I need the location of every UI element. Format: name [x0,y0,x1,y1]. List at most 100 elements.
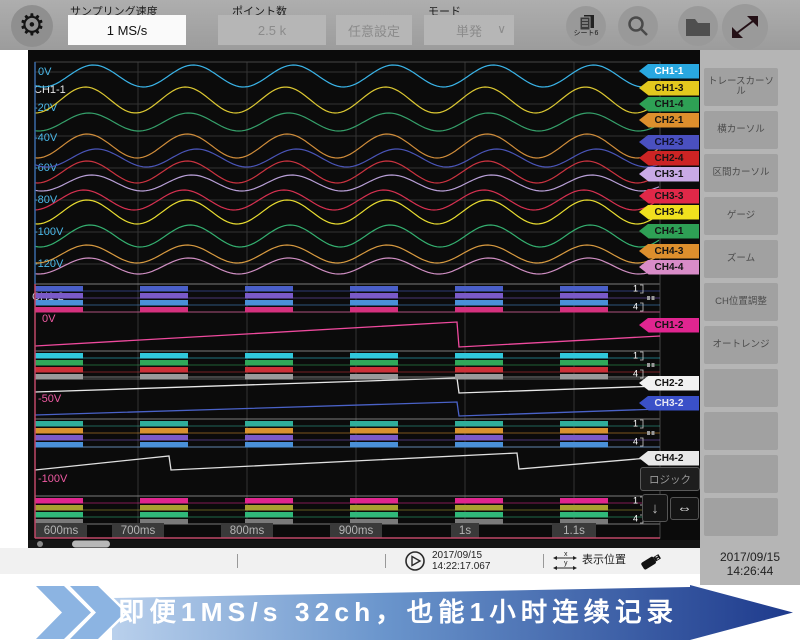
sidebar-button-ズーム[interactable]: ズーム [704,240,778,278]
logic-block [140,300,188,306]
channel-tag-CH4-3[interactable]: CH4-3 [639,244,699,259]
logic-block [35,353,83,359]
horizontal-scroll-button[interactable]: ⇔ [670,497,699,520]
logic-move-button[interactable]: ↓ [642,494,668,522]
axis-label: -60V [34,162,58,174]
h-scrollbar-thumb[interactable] [72,541,110,548]
logic-block [350,353,398,359]
sidebar-button-empty[interactable] [704,455,778,493]
logic-block [245,293,293,299]
channel-tag-CH1-3[interactable]: CH1-3 [639,81,699,96]
divider [385,554,386,568]
mode-dropdown[interactable]: 単発 ∨ [424,15,514,45]
channel-tag-CH3-3[interactable]: CH3-3 [639,189,699,204]
logic-block [35,428,83,434]
logic-channel-button[interactable]: ロジック [640,467,700,491]
channel-tag-CH1-1[interactable]: CH1-1 [639,64,699,79]
sheet-button[interactable]: シート6 [566,6,606,46]
logic-block [560,293,608,299]
logic-block [455,428,503,434]
axis-label: -100V [34,226,64,238]
marker-dot [647,296,650,300]
logic-marker-bottom: 4 [633,301,638,311]
folder-button[interactable] [678,6,718,46]
sidebar-button-empty[interactable] [704,369,778,407]
marker-bracket [640,438,643,446]
point-count-field[interactable]: 2.5 k [218,15,326,45]
down-arrow-icon: ↓ [651,500,659,517]
channel-tag-CH3-4[interactable]: CH3-4 [639,205,699,220]
logic-block [350,300,398,306]
logic-block [35,367,83,373]
h-scrollbar-track[interactable] [28,540,700,548]
logic-block [455,367,503,373]
logic-block [140,286,188,292]
usb-icon [638,549,666,573]
arbitrary-setting-button[interactable]: 任意設定 [336,15,412,45]
channel-tag-CH4-2[interactable]: CH4-2 [639,451,699,466]
sidebar-button-empty[interactable] [704,412,778,450]
logic-block [455,307,503,313]
channel-tag-CH3-2[interactable]: CH3-2 [639,396,699,411]
sidebar-button-横カーソル[interactable]: 横カーソル [704,111,778,149]
trace-CH4-2 [35,453,660,470]
logic-block [350,367,398,373]
sidebar-button-CH位置調整[interactable]: CH位置調整 [704,283,778,321]
svg-text:y: y [564,560,568,567]
axis-label: -100V [38,473,68,485]
trace-CH2-4 [35,161,659,183]
logic-block [140,293,188,299]
trace-CH2-1 [35,134,659,158]
logic-block [560,428,608,434]
channel-tag-CH2-3[interactable]: CH2-3 [639,135,699,150]
logic-block [140,435,188,441]
trace-CH3-1 [35,175,659,191]
folder-icon [684,15,712,37]
sidebar-button-オートレンジ[interactable]: オートレンジ [704,326,778,364]
channel-tag-CH4-1[interactable]: CH4-1 [639,224,699,239]
trace-CH2-2 [35,378,660,393]
logic-block [35,286,83,292]
channel-tag-CH2-2[interactable]: CH2-2 [639,376,699,391]
sidebar-button-empty[interactable] [704,498,778,536]
logic-block [140,307,188,313]
logic-block [455,505,503,511]
logic-block [140,421,188,427]
logic-block [245,286,293,292]
logic-block [350,498,398,504]
time-label: 600ms [44,525,79,537]
logic-block [455,286,503,292]
logic-block [140,442,188,448]
channel-tag-CH3-1[interactable]: CH3-1 [639,167,699,182]
logic-block [350,293,398,299]
logic-block [560,435,608,441]
channel-tag-CH4-4[interactable]: CH4-4 [639,260,699,275]
sidebar-button-トレースカーソル[interactable]: トレースカーソル [704,68,778,106]
marker-dot [652,431,655,435]
logic-block [35,498,83,504]
logic-block [350,374,398,380]
sidebar-button-区間カーソル[interactable]: 区間カーソル [704,154,778,192]
logic-block [455,435,503,441]
logic-block [455,512,503,518]
logic-block [560,512,608,518]
logic-block [140,374,188,380]
logic-marker-top: 1 [633,350,638,360]
logic-block [35,300,83,306]
channel-tag-CH2-1[interactable]: CH2-1 [639,113,699,128]
logic-block [560,442,608,448]
logic-block [560,367,608,373]
channel-tag-CH1-4[interactable]: CH1-4 [639,97,699,112]
channel-tag-CH1-2[interactable]: CH1-2 [639,318,699,333]
logic-block [245,421,293,427]
search-button[interactable] [618,6,658,46]
sidebar-button-ゲージ[interactable]: ゲージ [704,197,778,235]
logic-block [245,435,293,441]
settings-button[interactable]: ⚙ [11,5,53,47]
logic-block [455,300,503,306]
fullscreen-button[interactable] [722,4,768,50]
logic-block [455,374,503,380]
sampling-rate-field[interactable]: 1 MS/s [68,15,186,45]
channel-tag-CH2-4[interactable]: CH2-4 [639,151,699,166]
logic-block [350,286,398,292]
